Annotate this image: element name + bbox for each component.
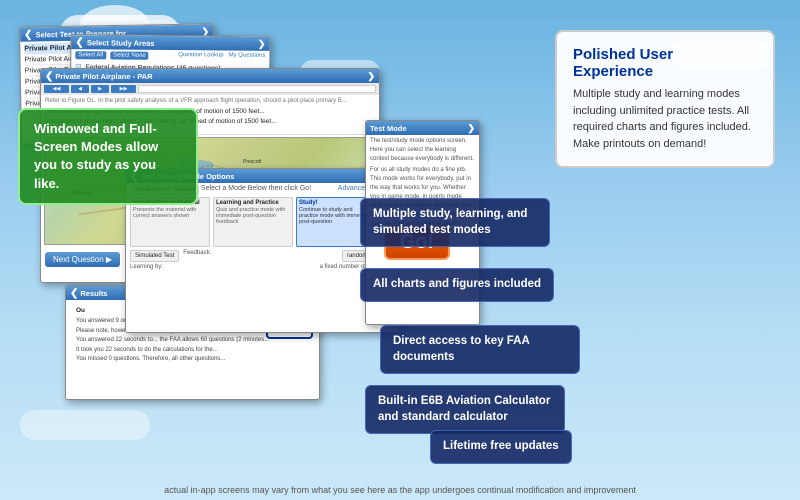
panel-right-titlebar: Test Mode ❯ (366, 121, 479, 135)
footnote: actual in-app screens may vary from what… (164, 485, 636, 495)
test-type-row: Simulated Test Feedback: randomized and (130, 250, 395, 262)
mode-learning-panel[interactable]: Learning and Practice Quiz and practice … (213, 197, 293, 247)
feature-charts-text: All charts and figures included (373, 278, 541, 290)
feature-windowed-text: Windowed and Full-Screen Modes allow you… (34, 121, 158, 191)
feature-lifetime: Lifetime free updates (430, 430, 572, 464)
nav-toolbar: ◀◀ ◀ ▶ ▶▶ (41, 83, 379, 95)
panel-subject-arrow[interactable]: ❯ (258, 38, 266, 49)
question-counter (138, 85, 376, 93)
question-panel-header: Private Pilot Airplane - PAR (55, 72, 152, 81)
bottom-row-options: Learning by: a fixed number of questions… (130, 264, 395, 270)
question-lookup-button[interactable]: Question Lookup (178, 52, 223, 60)
panel-question-titlebar: ❮ Private Pilot Airplane - PAR ❯ (41, 69, 379, 83)
feedback-label: Feedback: (183, 250, 211, 262)
panel-select-subject-title: Select Study Areas (87, 38, 155, 48)
nav-btn-3[interactable]: ▶ (91, 85, 109, 93)
results-sub3: You missed 0 questions. Therefore, all o… (76, 355, 309, 363)
feature-e6b: Built-in E6B Aviation Calculator and sta… (365, 385, 565, 434)
mode-learning-label: Learning and Practice (216, 200, 290, 206)
nav-btn-4[interactable]: ▶▶ (111, 85, 136, 93)
polished-experience-box: Polished User Experience Multiple study … (555, 30, 775, 168)
feature-lifetime-text: Lifetime free updates (443, 440, 559, 452)
panel-arrow-left-2[interactable]: ❮ (75, 37, 83, 48)
feature-multi-study: Multiple study, learning, and simulated … (360, 198, 550, 247)
simulated-test-btn[interactable]: Simulated Test (130, 250, 179, 262)
results-arrow-left[interactable]: ❮ (70, 288, 78, 299)
nav-btn-2[interactable]: ◀ (71, 85, 89, 93)
results-sub2: It took you 22 seconds to do the calcula… (76, 346, 309, 354)
feature-charts: All charts and figures included (360, 268, 554, 302)
right-panel-desc: The test/study mode options screen. Here… (370, 137, 475, 164)
options-mode-label: Select a Mode Below then click Go! (201, 185, 311, 195)
panel-right-arrow[interactable]: ❯ (467, 123, 475, 134)
polished-description: Multiple study and learning modes includ… (573, 86, 757, 152)
panel-right-title: Test Mode (370, 124, 407, 133)
mode-intro-desc: Presents the material with correct answe… (133, 207, 207, 219)
nav-btn-1[interactable]: ◀◀ (44, 85, 69, 93)
nav-arrow-left[interactable]: ❮ (45, 71, 53, 82)
feature-faa-docs: Direct access to key FAA documents (380, 325, 580, 374)
feature-multi-text: Multiple study, learning, and simulated … (373, 208, 527, 236)
feature-faa-text: Direct access to key FAA documents (393, 335, 529, 363)
results-title: Results (80, 289, 107, 298)
my-questions-button[interactable]: My Questions (229, 53, 266, 61)
select-none-button[interactable]: Select None (110, 51, 149, 59)
learning-by-label: Learning by: (130, 264, 163, 270)
question-ref: Refer to Figure GL. In the pilot safety … (45, 97, 375, 105)
polished-heading: Polished User Experience (573, 46, 757, 80)
select-all-button[interactable]: Select All (75, 51, 106, 59)
mode-learning-desc: Quiz and practice mode with immediate po… (216, 207, 290, 225)
feature-windowed: Windowed and Full-Screen Modes allow you… (18, 108, 198, 205)
map-place-label-2: Prescott (243, 159, 261, 165)
panel-arrow-left[interactable]: ❮ (24, 29, 33, 40)
nav-arrow-right[interactable]: ❯ (367, 71, 375, 82)
feature-e6b-text: Built-in E6B Aviation Calculator and sta… (378, 395, 550, 423)
next-question-button[interactable]: Next Question ▶ (45, 252, 120, 267)
